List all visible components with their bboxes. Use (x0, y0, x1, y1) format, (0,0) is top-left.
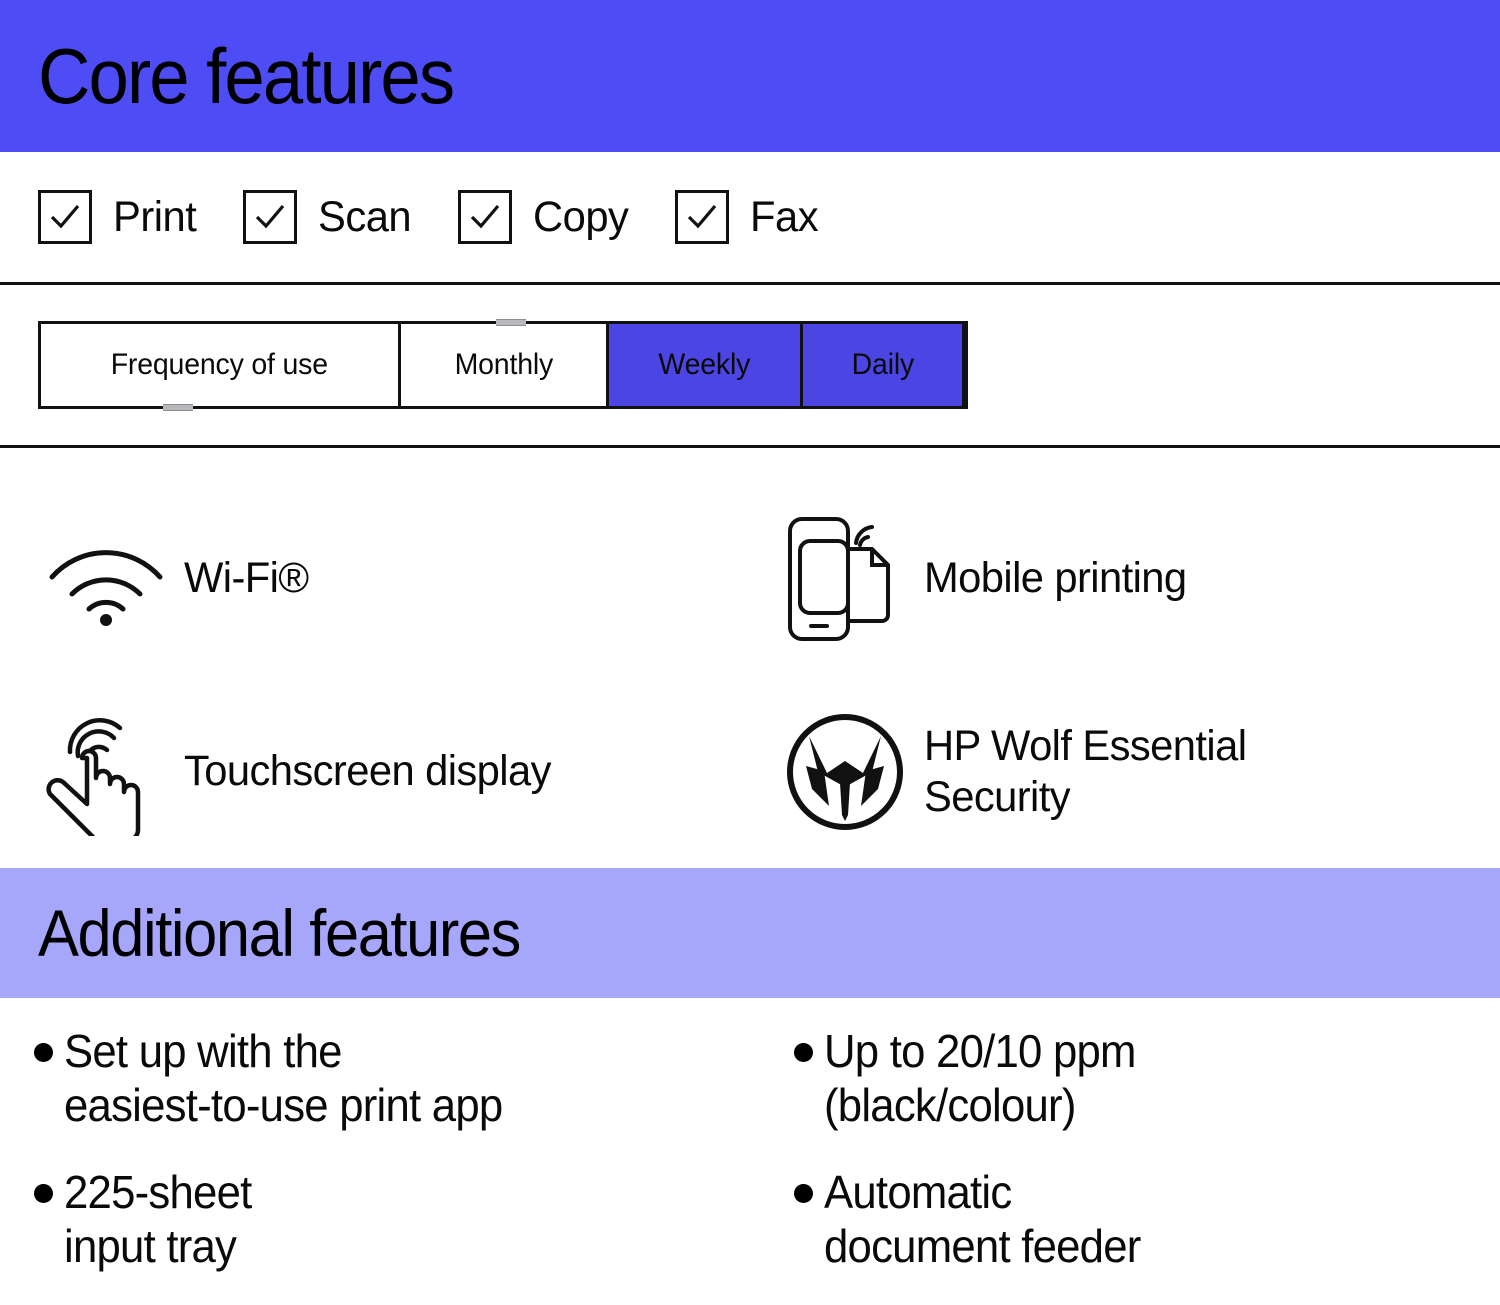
checkmark-icon (688, 204, 717, 229)
bullet-text: Automatic document feeder (824, 1165, 1141, 1272)
checkbox-print[interactable] (38, 190, 92, 244)
bullets-left-column: Set up with the easiest-to-use print app… (34, 1024, 794, 1305)
capability-label-print: Print (113, 192, 197, 241)
features-grid: Wi-Fi® Mobile printing Touchscreen displ… (0, 448, 1500, 868)
additional-features-bullets: Set up with the easiest-to-use print app… (0, 998, 1500, 1305)
slider-notch-top (496, 319, 526, 326)
bullet-dot-icon (794, 1183, 813, 1203)
frequency-option-weekly[interactable]: Weekly (609, 324, 803, 406)
feature-label-wifi: Wi-Fi® (184, 554, 309, 603)
additional-features-title: Additional features (38, 896, 521, 970)
bullets-right-column: Up to 20/10 ppm (black/colour) Automatic… (794, 1024, 1500, 1305)
capability-scan[interactable]: Scan (242, 190, 414, 244)
wifi-icon (44, 531, 184, 627)
capability-label-fax: Fax (750, 192, 819, 241)
checkbox-fax[interactable] (675, 190, 730, 244)
feature-mobile-printing: Mobile printing (740, 482, 1500, 675)
bullet-text: Up to 20/10 ppm (black/colour) (824, 1025, 1136, 1132)
feature-label-mobile-printing: Mobile printing (924, 554, 1187, 603)
checkbox-scan[interactable] (242, 190, 297, 244)
feature-touchscreen: Touchscreen display (0, 675, 740, 868)
list-item: Set up with the easiest-to-use print app (34, 1024, 774, 1133)
hp-wolf-security-icon (784, 711, 924, 833)
bullet-dot-icon (34, 1043, 53, 1062)
feature-wifi: Wi-Fi® (0, 482, 740, 675)
bullet-text: 225-sheet input tray (64, 1165, 252, 1272)
frequency-option-daily[interactable]: Daily (803, 324, 965, 406)
capability-copy[interactable]: Copy (457, 190, 631, 244)
checkmark-icon (470, 204, 500, 229)
frequency-of-use-section: Frequency of use Monthly Weekly Daily (0, 285, 1500, 448)
list-item: Automatic document feeder (794, 1165, 1480, 1274)
feature-label-hp-wolf-security: HP Wolf Essential Security (924, 721, 1247, 821)
frequency-segmented-control[interactable]: Frequency of use Monthly Weekly Daily (38, 319, 968, 411)
capability-label-copy: Copy (532, 192, 629, 241)
feature-hp-wolf-security: HP Wolf Essential Security (740, 675, 1500, 868)
feature-label-touchscreen: Touchscreen display (184, 747, 551, 796)
checkbox-copy[interactable] (457, 190, 512, 244)
capability-fax[interactable]: Fax (675, 190, 820, 244)
bullet-dot-icon (794, 1043, 813, 1062)
checkmark-icon (255, 204, 285, 229)
frequency-control-label: Frequency of use (41, 324, 401, 406)
frequency-option-monthly[interactable]: Monthly (401, 324, 609, 406)
list-item: 225-sheet input tray (34, 1165, 774, 1274)
capability-label-scan: Scan (317, 192, 412, 241)
mobile-printing-icon (784, 513, 924, 645)
core-features-banner: Core features (0, 0, 1500, 152)
list-item: Up to 20/10 ppm (black/colour) (794, 1024, 1480, 1133)
bullet-dot-icon (34, 1183, 53, 1203)
checkmark-icon (50, 204, 80, 229)
slider-notch-bottom (163, 404, 193, 411)
touchscreen-icon (44, 708, 184, 836)
core-features-title: Core features (38, 32, 455, 120)
additional-features-banner: Additional features (0, 868, 1500, 998)
capabilities-row: Print Scan Copy Fax (0, 152, 1500, 285)
bullet-text: Set up with the easiest-to-use print app (64, 1025, 503, 1132)
capability-print[interactable]: Print (38, 190, 199, 244)
